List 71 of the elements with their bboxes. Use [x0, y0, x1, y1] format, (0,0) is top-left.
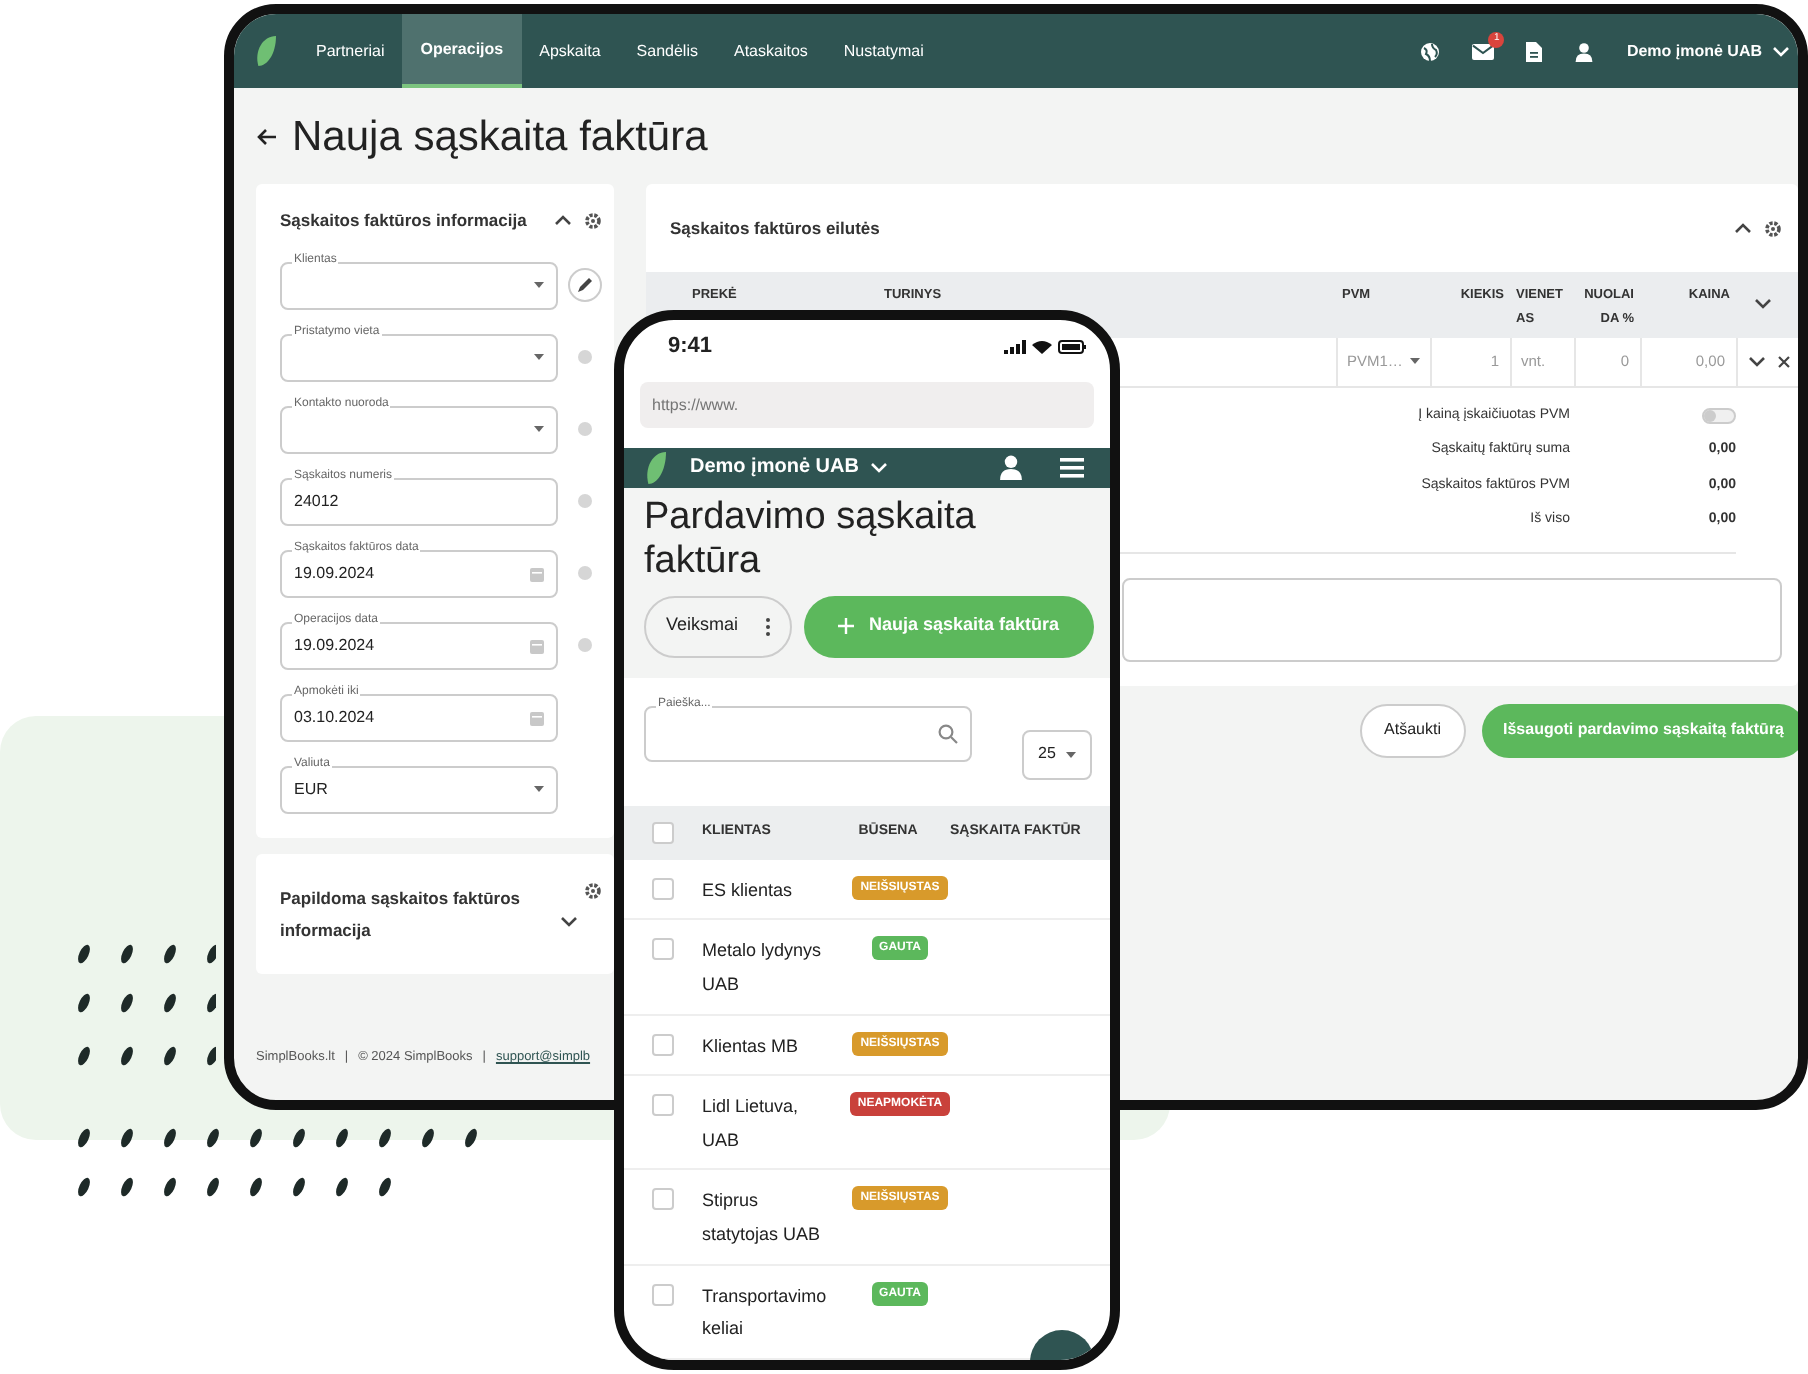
page-size-select[interactable]: 25 [1022, 729, 1092, 780]
checkbox[interactable] [652, 1033, 674, 1056]
chevron-down-icon [870, 461, 889, 474]
field-value: 19.09.2024 [294, 633, 377, 658]
nav-item[interactable]: Nustatymai [825, 14, 942, 88]
chevron-down-icon[interactable] [1747, 355, 1765, 368]
client-name[interactable]: Lidl Lietuva, UAB [702, 1090, 838, 1157]
nav-item[interactable]: Ataskaitos [715, 14, 826, 88]
client-name[interactable]: Klientas MB [702, 1029, 838, 1063]
settings-icon[interactable] [584, 881, 602, 900]
field-value: 19.09.2024 [294, 561, 377, 586]
nav-item[interactable]: Apskaita [521, 14, 619, 88]
client-name[interactable]: Stiprus statytojas UAB [702, 1184, 838, 1252]
wifi-icon [1032, 340, 1052, 354]
mail-icon[interactable] [1472, 43, 1495, 59]
pencil-icon [576, 276, 594, 295]
client-name[interactable]: Metalo lydynys UAB [702, 934, 838, 1002]
search-icon[interactable] [938, 723, 958, 744]
field-value: 03.10.2024 [294, 705, 377, 730]
checkbox[interactable] [652, 1094, 674, 1117]
chevron-down-icon[interactable] [560, 915, 578, 928]
user-icon[interactable] [998, 454, 1024, 481]
company-menu[interactable]: Demo įmonė UAB [1626, 39, 1790, 63]
caret-icon [534, 282, 544, 289]
leaf-logo-icon[interactable] [254, 36, 276, 66]
chevron-up-icon[interactable] [1734, 222, 1752, 234]
caret-icon [534, 426, 544, 433]
checkbox[interactable] [652, 1188, 674, 1211]
globe-icon[interactable] [1420, 41, 1441, 61]
document-icon[interactable] [1526, 41, 1543, 61]
back-arrow-icon[interactable] [256, 128, 278, 146]
toggle-switch[interactable] [1702, 407, 1736, 424]
menu-icon[interactable] [1060, 457, 1084, 478]
caret-icon [1409, 358, 1419, 365]
cancel-button[interactable]: Atšaukti [1360, 703, 1465, 757]
checkbox[interactable] [652, 938, 674, 961]
leaf-logo-icon[interactable] [644, 451, 666, 484]
settings-icon[interactable] [584, 211, 602, 230]
caret-icon [534, 354, 544, 361]
checkbox[interactable] [652, 877, 674, 900]
actions-button[interactable]: Veiksmai [644, 595, 793, 658]
edit-button[interactable] [568, 268, 602, 303]
nav-item[interactable]: Partneriai [298, 14, 403, 88]
close-icon[interactable] [1777, 355, 1789, 368]
field-value: EUR [294, 777, 330, 802]
checkbox[interactable] [652, 1283, 674, 1306]
user-icon[interactable] [1574, 41, 1595, 61]
page-title: Pardavimo sąskaita faktūra [644, 495, 978, 584]
company-menu[interactable]: Demo įmonė UAB [690, 452, 998, 483]
chevron-down-icon[interactable] [1754, 298, 1772, 311]
chevron-down-icon [1772, 45, 1790, 57]
card-title: Papildoma sąskaitos faktūros informacija [280, 885, 522, 944]
nav-item[interactable]: Sandėlis [618, 14, 716, 88]
card-title: Sąskaitos faktūros informacija [280, 208, 529, 234]
clock-time: 9:41 [668, 332, 715, 363]
url-bar[interactable]: https://www. [640, 382, 1094, 428]
field-value: 24012 [294, 489, 341, 514]
more-icon [766, 617, 771, 636]
settings-icon[interactable] [1764, 219, 1782, 237]
client-name[interactable]: Transportavimo keliai [702, 1279, 838, 1346]
page-title: Nauja sąskaita faktūra [292, 116, 708, 158]
checkbox[interactable] [652, 821, 674, 844]
card-title: Sąskaitos faktūros eilutės [670, 215, 882, 241]
chevron-up-icon[interactable] [554, 214, 572, 227]
plus-icon [838, 618, 855, 635]
battery-icon [1058, 340, 1086, 354]
caret-icon [534, 786, 544, 793]
signal-icon [1004, 340, 1026, 354]
nav-item[interactable]: Operacijos [402, 14, 522, 88]
caret-icon [1065, 751, 1076, 758]
client-name[interactable]: ES klientas [702, 873, 838, 907]
